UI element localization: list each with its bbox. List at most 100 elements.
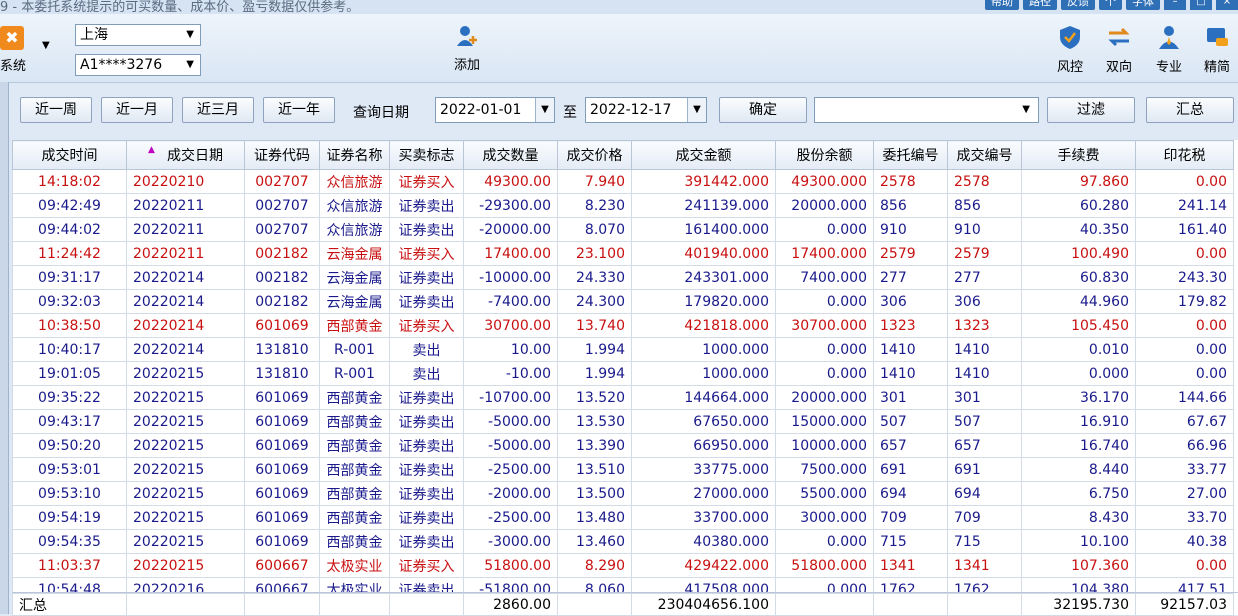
add-label: 添加 [453,58,480,73]
up-button[interactable]: 个 [1099,0,1122,10]
cell-name: 西部黄金 [319,505,390,530]
cell-time: 09:54:35 [12,529,127,554]
end-date-picker[interactable]: 2022-12-17 ▼ [585,97,707,123]
col-header-code[interactable]: 证券代码 [244,140,320,170]
cell-time: 10:40:17 [12,337,127,362]
cell-price: 7.940 [557,169,632,194]
two-way-button[interactable]: 双向 [1101,24,1137,75]
table-row[interactable]: 09:53:01 20220215 601069 西部黄金 证券卖出 -2500.00 13… [12,457,1234,482]
close-icon[interactable]: × [1216,0,1238,10]
range-year-button[interactable]: 近一年 [263,97,335,123]
col-header-stamp-tax[interactable]: 印花税 [1135,140,1234,170]
table-row[interactable]: 09:53:10 20220215 601069 西部黄金 证券卖出 -2000.00 13… [12,481,1234,506]
table-row[interactable]: 11:03:37 20220215 600667 太极实业 证券买入 51800.00 8.… [12,553,1234,578]
col-header-time[interactable]: 成交时间 [12,140,127,170]
table-row[interactable]: 09:43:17 20220215 601069 西部黄金 证券卖出 -5000.00 13… [12,409,1234,434]
cell-amount: 1000.000 [631,361,776,386]
cell-name: 众信旅游 [319,217,390,242]
cell-date: 20220211 [126,193,245,218]
feedback-button[interactable]: 反馈 [1061,0,1095,10]
table-row[interactable]: 09:54:19 20220215 601069 西部黄金 证券卖出 -2500.00 13… [12,505,1234,530]
compact-button[interactable]: 精简 [1199,24,1235,75]
range-week-button[interactable]: 近一周 [20,97,92,123]
trade-table-body: 成交时间 ▲ 成交日期 证券代码 证券名称 买卖标志 成交数量 成交价格 成交金额… [12,140,1234,602]
cell-side: 证券卖出 [389,193,464,218]
cell-code: 601069 [244,409,320,434]
summary-button[interactable]: 汇总 [1146,97,1234,123]
filter-button[interactable]: 过滤 [1047,97,1135,123]
market-value: 上海 [80,27,108,43]
col-header-quantity[interactable]: 成交数量 [463,140,558,170]
start-date-picker[interactable]: 2022-01-01 ▼ [435,97,555,123]
cell-price: 13.740 [557,313,632,338]
cell-code: 002182 [244,265,320,290]
cell-balance: 0.000 [775,361,874,386]
left-scroll-edge[interactable] [0,82,9,614]
cell-name: 云海金属 [319,289,390,314]
cell-order-id: 694 [873,481,948,506]
table-row[interactable]: 09:50:20 20220215 601069 西部黄金 证券卖出 -5000.00 13… [12,433,1234,458]
range-month-button[interactable]: 近一月 [101,97,173,123]
cell-side: 证券卖出 [389,385,464,410]
tools-icon[interactable]: ✖ [0,26,24,50]
col-header-fee[interactable]: 手续费 [1021,140,1136,170]
table-row[interactable]: 09:31:17 20220214 002182 云海金属 证券卖出 -10000.00 2… [12,265,1234,290]
cell-balance: 10000.000 [775,433,874,458]
help-button[interactable]: 帮助 [985,0,1019,10]
col-header-balance[interactable]: 股份余额 [775,140,874,170]
table-row[interactable]: 09:54:35 20220215 601069 西部黄金 证券卖出 -3000.00 13… [12,529,1234,554]
market-select[interactable]: 上海 ▼ [75,24,201,46]
cell-fee: 60.830 [1021,265,1136,290]
notice-bar: 9 - 本委托系统提示的可买数量、成本价、盈亏数据仅供参考。 帮助 路径 反馈 … [0,0,1238,14]
cell-order-id: 306 [873,289,948,314]
table-row[interactable]: 11:24:42 20220211 002182 云海金属 证券买入 17400.00 23… [12,241,1234,266]
font-button[interactable]: 字体 [1126,0,1160,10]
table-row[interactable]: 09:42:49 20220211 002707 众信旅游 证券卖出 -29300.00 8… [12,193,1234,218]
table-row[interactable]: 10:40:17 20220214 131810 R-001 卖出 10.00 1.994 1… [12,337,1234,362]
cell-balance: 0.000 [775,217,874,242]
cell-deal-id: 301 [947,385,1022,410]
cell-order-id: 2579 [873,241,948,266]
table-row[interactable]: 09:32:03 20220214 002182 云海金属 证券卖出 -7400.00 24… [12,289,1234,314]
pro-button[interactable]: 专业 [1151,24,1187,75]
cell-quantity: 51800.00 [463,553,558,578]
cell-order-id: 715 [873,529,948,554]
range-3month-button[interactable]: 近三月 [182,97,254,123]
cell-price: 13.530 [557,409,632,434]
system-label[interactable]: 系统 [0,55,26,74]
filter-select[interactable]: ▼ [814,97,1039,123]
sort-asc-icon: ▲ [148,145,155,155]
cell-name: 西部黄金 [319,313,390,338]
cell-order-id: 691 [873,457,948,482]
cell-name: 西部黄金 [319,433,390,458]
cell-price: 1.994 [557,361,632,386]
table-row[interactable]: 09:35:22 20220215 601069 西部黄金 证券卖出 -10700.00 1… [12,385,1234,410]
table-row[interactable]: 19:01:05 20220215 131810 R-001 卖出 -10.00 1.994… [12,361,1234,386]
col-header-price[interactable]: 成交价格 [557,140,632,170]
col-header-amount[interactable]: 成交金额 [631,140,776,170]
cell-order-id: 856 [873,193,948,218]
cell-quantity: -2000.00 [463,481,558,506]
path-button[interactable]: 路径 [1023,0,1057,10]
chevron-down-icon[interactable]: ▼ [687,98,706,122]
col-header-name[interactable]: 证券名称 [319,140,390,170]
confirm-button[interactable]: 确定 [719,97,807,123]
maximize-icon[interactable]: □ [1190,0,1212,10]
cell-price: 13.520 [557,385,632,410]
col-header-deal-id[interactable]: 成交编号 [947,140,1022,170]
table-row[interactable]: 10:38:50 20220214 601069 西部黄金 证券买入 30700.00 13… [12,313,1234,338]
account-select[interactable]: A1****3276 ▼ [75,54,201,76]
chevron-down-icon[interactable]: ▼ [535,98,554,122]
table-row[interactable]: 14:18:02 20220210 002707 众信旅游 证券买入 49300.00 7.… [12,169,1234,194]
col-header-order-id[interactable]: 委托编号 [873,140,948,170]
chevron-down-icon[interactable]: ▼ [42,40,50,51]
minimize-icon[interactable]: – [1164,0,1186,10]
table-row[interactable]: 09:44:02 20220211 002707 众信旅游 证券卖出 -20000.00 8… [12,217,1234,242]
query-date-label: 查询日期 [353,105,409,121]
add-button[interactable]: 添加 [450,24,484,73]
col-header-date[interactable]: ▲ 成交日期 [126,140,245,170]
risk-control-button[interactable]: 风控 [1052,24,1088,75]
cell-side: 证券买入 [389,169,464,194]
cell-time: 09:53:01 [12,457,127,482]
col-header-side[interactable]: 买卖标志 [389,140,464,170]
